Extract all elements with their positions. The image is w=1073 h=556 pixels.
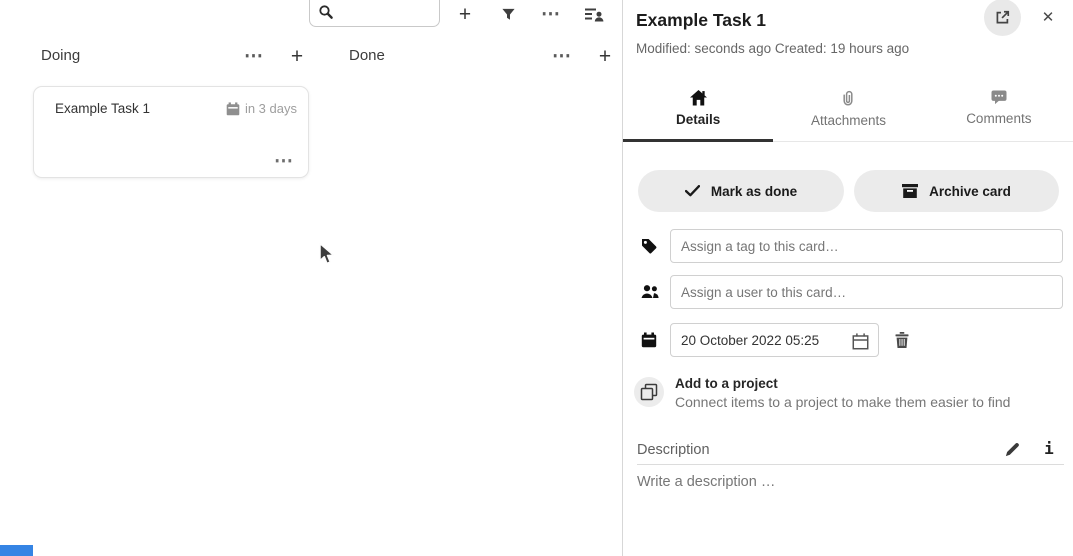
remove-due-date-button[interactable] bbox=[887, 326, 917, 354]
kanban-card[interactable]: Example Task 1 in 3 days ⋯ bbox=[33, 86, 309, 178]
close-details-button[interactable]: ✕ bbox=[1033, 3, 1063, 31]
tab-label: Details bbox=[676, 112, 720, 127]
tab-details[interactable]: Details bbox=[623, 85, 773, 141]
description-label: Description bbox=[637, 442, 710, 458]
filter-button[interactable] bbox=[493, 0, 523, 28]
check-icon bbox=[685, 185, 700, 197]
search-box bbox=[309, 0, 440, 27]
archive-card-label: Archive card bbox=[929, 184, 1011, 199]
plus-icon: + bbox=[599, 46, 611, 67]
search-icon bbox=[318, 4, 334, 20]
add-list-button[interactable]: + bbox=[450, 0, 480, 28]
assigned-cards-button[interactable] bbox=[580, 0, 610, 28]
card-details-panel: Example Task 1 Modified: seconds ago Cre… bbox=[622, 0, 1073, 556]
card-due-badge: in 3 days bbox=[226, 101, 297, 116]
mark-as-done-label: Mark as done bbox=[711, 184, 797, 199]
column-title-doing: Doing bbox=[41, 47, 80, 64]
popout-button[interactable] bbox=[984, 0, 1021, 36]
list-user-icon bbox=[585, 6, 605, 22]
archive-card-button[interactable]: Archive card bbox=[854, 170, 1059, 212]
tab-label: Comments bbox=[966, 111, 1031, 126]
add-to-project-button[interactable] bbox=[634, 377, 664, 407]
users-icon bbox=[641, 284, 659, 299]
card-due-text: in 3 days bbox=[245, 101, 297, 116]
tab-label: Attachments bbox=[811, 113, 886, 128]
deck-app-window: + ⋯ Doing ⋯ + Done bbox=[0, 0, 1073, 556]
description-placeholder[interactable]: Write a description … bbox=[637, 474, 775, 490]
mouse-cursor bbox=[318, 242, 337, 268]
detail-card-meta: Modified: seconds ago Created: 19 hours … bbox=[636, 41, 909, 56]
filter-icon bbox=[501, 7, 516, 22]
popout-icon bbox=[994, 9, 1011, 26]
add-to-project-title: Add to a project bbox=[675, 376, 778, 391]
plus-icon: + bbox=[459, 4, 471, 25]
more-icon: ⋯ bbox=[541, 5, 561, 24]
description-divider bbox=[637, 464, 1064, 465]
tab-comments[interactable]: Comments bbox=[924, 85, 1073, 141]
edit-description-button[interactable] bbox=[999, 437, 1025, 461]
open-datepicker-button[interactable] bbox=[847, 331, 873, 351]
paperclip-icon bbox=[842, 90, 854, 107]
doing-add-card-button[interactable]: + bbox=[282, 42, 312, 70]
card-more-button[interactable]: ⋯ bbox=[274, 152, 294, 171]
search-input[interactable] bbox=[338, 1, 436, 23]
board-more-button[interactable]: ⋯ bbox=[536, 0, 566, 28]
pencil-icon bbox=[1004, 441, 1021, 458]
close-icon: ✕ bbox=[1042, 10, 1055, 25]
plus-icon: + bbox=[291, 46, 303, 67]
mark-as-done-button[interactable]: Mark as done bbox=[638, 170, 844, 212]
trash-icon bbox=[895, 332, 909, 348]
done-add-card-button[interactable]: + bbox=[590, 42, 620, 70]
calendar-outline-icon bbox=[852, 333, 869, 350]
project-copy-icon bbox=[640, 383, 658, 401]
assign-user-input[interactable] bbox=[670, 275, 1063, 309]
info-icon: i bbox=[1044, 439, 1054, 458]
details-tabs: Details Attachments Comments bbox=[623, 85, 1073, 142]
done-more-button[interactable]: ⋯ bbox=[547, 42, 577, 70]
card-title: Example Task 1 bbox=[55, 101, 150, 116]
add-to-project-subtitle: Connect items to a project to make them … bbox=[675, 394, 1010, 410]
comment-icon bbox=[991, 90, 1007, 105]
accent-corner-rect bbox=[0, 545, 33, 556]
board-panel: + ⋯ Doing ⋯ + Done bbox=[0, 0, 622, 556]
more-icon: ⋯ bbox=[274, 151, 294, 172]
archive-icon bbox=[902, 184, 918, 198]
description-info-button[interactable]: i bbox=[1037, 435, 1061, 461]
doing-more-button[interactable]: ⋯ bbox=[239, 42, 269, 70]
detail-card-title: Example Task 1 bbox=[636, 10, 766, 31]
more-icon: ⋯ bbox=[552, 47, 572, 66]
home-icon bbox=[690, 90, 707, 106]
assign-tag-input[interactable] bbox=[670, 229, 1063, 263]
calendar-icon bbox=[641, 332, 657, 348]
column-title-done: Done bbox=[349, 47, 385, 64]
tab-attachments[interactable]: Attachments bbox=[773, 85, 923, 141]
more-icon: ⋯ bbox=[244, 47, 264, 66]
calendar-icon bbox=[226, 102, 240, 116]
tag-icon bbox=[641, 238, 657, 254]
